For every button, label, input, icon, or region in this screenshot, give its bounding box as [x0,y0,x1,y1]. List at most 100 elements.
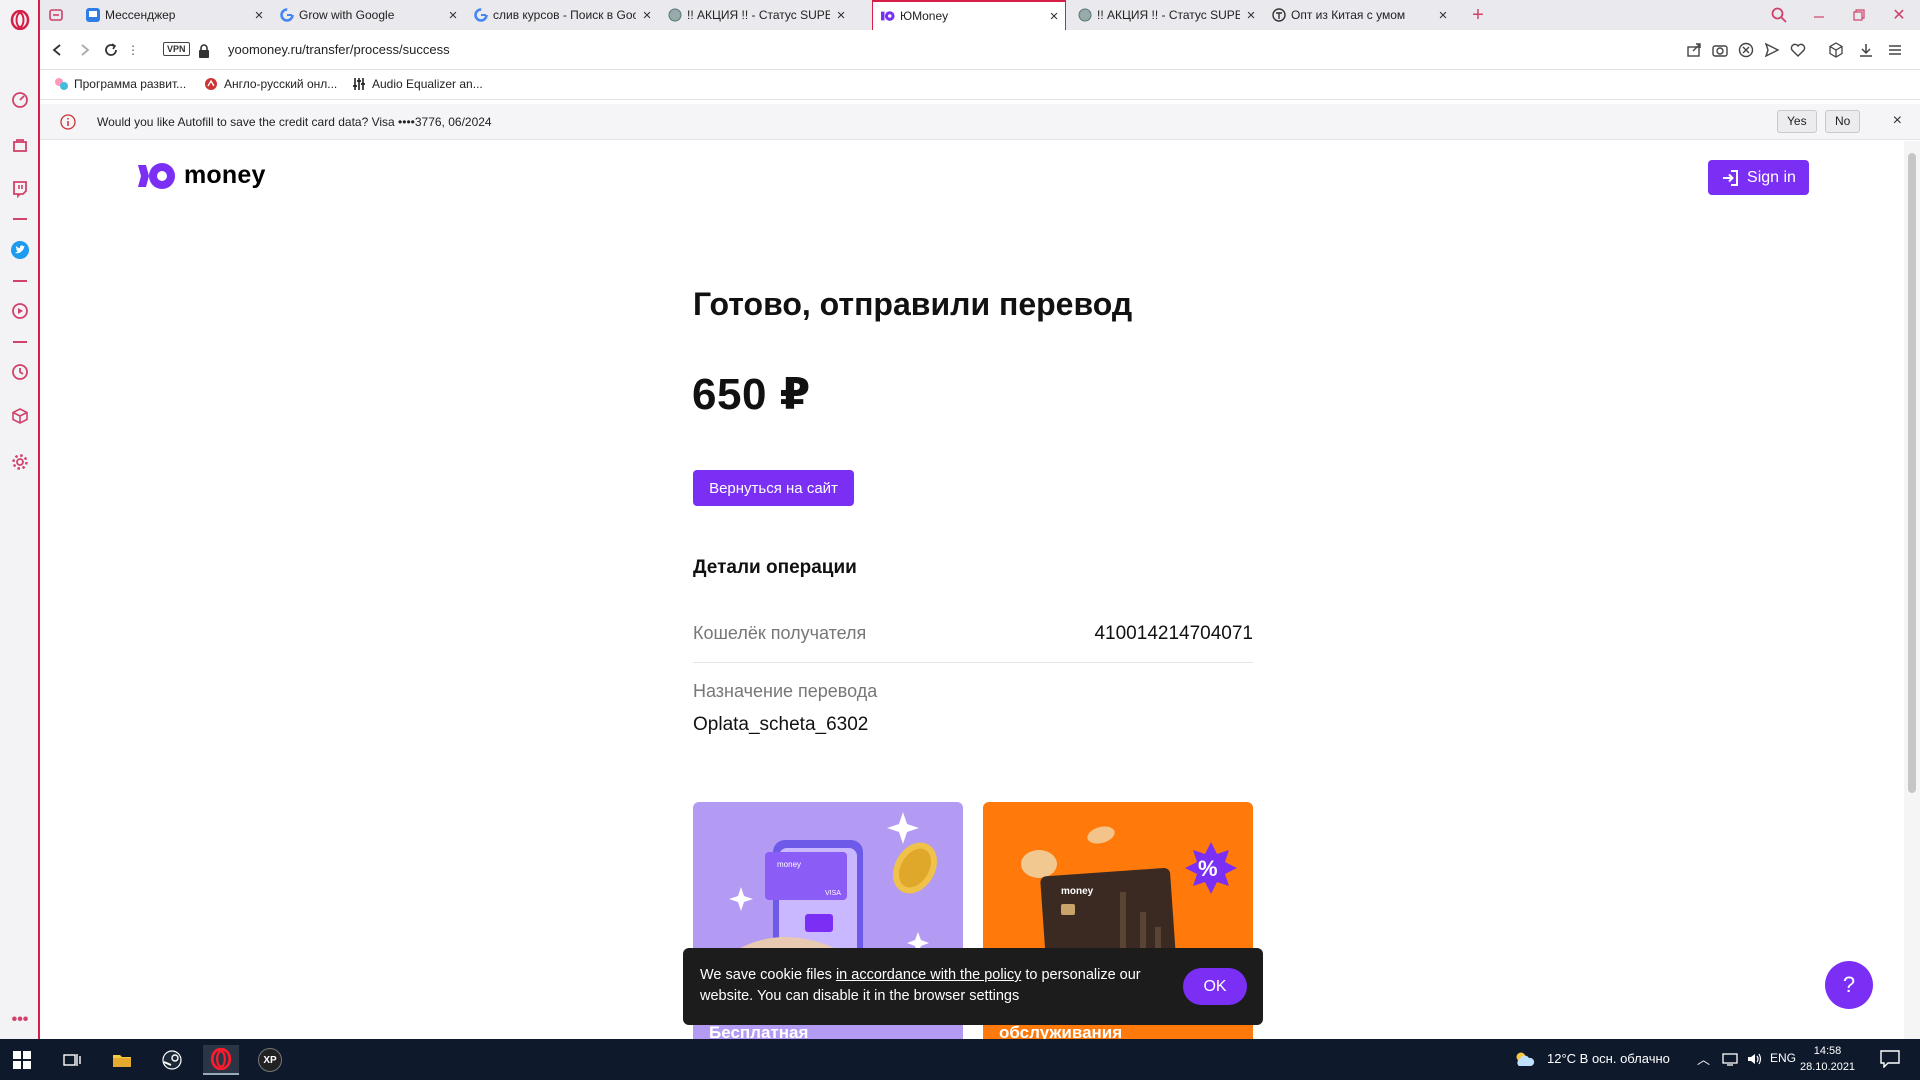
messenger-favicon-icon [86,8,100,22]
page-scrollbar[interactable] [1904,141,1920,1039]
tab-close-icon[interactable]: × [830,7,852,24]
opera-sidebar: ••• [0,0,40,1039]
speed-dial-icon[interactable] [8,88,32,112]
cookie-ok-button[interactable]: OK [1183,968,1247,1005]
tab-close-icon[interactable]: × [1432,7,1454,24]
tab-title: слив курсов - Поиск в Goo [493,8,636,22]
bag-icon[interactable] [8,133,32,157]
weather-text[interactable]: 12°C В осн. облачно [1547,1051,1670,1066]
opera-logo-icon[interactable] [8,8,32,32]
tab-search[interactable]: слив курсов - Поиск в Goo × [466,0,658,30]
tab-title: !! АКЦИЯ !! - Статус SUPER [1097,8,1240,22]
tab-title: !! АКЦИЯ !! - Статус SUPER [687,8,830,22]
svg-text:%: % [1198,856,1218,881]
vpn-badge[interactable]: VPN [163,42,190,56]
download-icon[interactable] [1856,40,1876,60]
logo-text: money [184,161,266,189]
extension-cube-icon[interactable] [1826,40,1846,60]
bookmark-item[interactable]: Программа развит... [54,77,186,91]
cookie-text: We save cookie files in accordance with … [700,965,1170,1007]
sign-in-button[interactable]: Sign in [1708,160,1809,195]
easy-setup-icon[interactable] [1885,40,1905,60]
extensions-icon[interactable] [8,404,32,428]
tab-messenger[interactable]: Мессенджер × [78,0,270,30]
file-explorer-icon[interactable] [104,1045,140,1075]
tab-yoomoney[interactable]: ЮMoney × [872,0,1066,30]
send-icon[interactable] [1762,40,1782,60]
new-tab-plus-icon[interactable]: + [1467,4,1489,26]
taskbar-clock[interactable]: 14:58 28.10.2021 [1800,1043,1855,1075]
xp-app-icon[interactable]: XP [252,1045,288,1075]
scrollbar-thumb[interactable] [1908,153,1916,793]
close-window-icon[interactable]: ✕ [1888,4,1910,26]
tab-bar: Мессенджер × Grow with Google × слив кур… [40,0,1920,30]
weather-cloud-icon[interactable] [1514,1051,1536,1067]
clock-date: 28.10.2021 [1800,1061,1856,1073]
yoomoney-logo[interactable]: money [138,161,266,190]
tab-title: ЮMoney [900,9,949,23]
tab-menu-icon[interactable] [48,8,64,22]
page-content: money Sign in Готово, отправили перевод … [40,141,1904,1039]
tab-search-icon[interactable] [1768,4,1790,26]
volume-icon[interactable] [1746,1052,1762,1066]
tab-grow-with-google[interactable]: Grow with Google × [272,0,464,30]
site-menu-dots-icon[interactable]: ⋮ [122,39,144,61]
bookmarks-bar: Программа развит... Англо-русский онл...… [40,70,1920,100]
sign-in-icon [1721,169,1739,187]
windows-taskbar: XP 12°C В осн. облачно ︿ ENG 14:58 28.10… [0,1039,1920,1080]
camera-icon[interactable] [1710,40,1730,60]
twitch-icon[interactable] [8,177,32,201]
sign-in-label: Sign in [1747,168,1796,186]
lock-icon[interactable] [193,40,215,62]
share-icon[interactable] [1684,40,1704,60]
player-icon[interactable] [8,299,32,323]
language-indicator[interactable]: ENG [1770,1051,1796,1065]
bookmark-item[interactable]: Англо-русский онл... [204,77,337,91]
twitter-icon[interactable] [8,238,32,262]
cookie-text-start: We save cookie files [700,967,836,983]
tab-opt-china[interactable]: Опт из Китая с умом × [1264,0,1454,30]
tab-title: Опт из Китая с умом [1291,8,1406,22]
url-field[interactable]: yoomoney.ru/transfer/process/success [228,42,450,57]
back-arrow-icon[interactable] [46,39,68,61]
globe-favicon-icon [668,8,682,22]
reload-icon[interactable] [100,39,122,61]
autofill-message: Would you like Autofill to save the cred… [97,115,492,129]
tab-close-icon[interactable]: × [636,7,658,24]
history-icon[interactable] [8,360,32,384]
autofill-close-icon[interactable]: × [1893,112,1902,130]
minimize-icon[interactable] [1808,4,1830,26]
return-to-site-button[interactable]: Вернуться на сайт [693,470,854,506]
forward-arrow-icon[interactable] [74,39,96,61]
promo-left-text: Бесплатная [709,1023,809,1039]
notifications-icon[interactable] [1880,1050,1900,1068]
restore-icon[interactable] [1848,4,1870,26]
recipient-label: Кошелёк получателя [693,623,867,643]
adblock-icon[interactable] [1736,40,1756,60]
address-bar: ⋮ VPN yoomoney.ru/transfer/process/succe… [40,30,1920,70]
autofill-no-button[interactable]: No [1825,110,1861,133]
cookie-policy-link[interactable]: in accordance with the policy [836,967,1021,983]
tab-close-icon[interactable]: × [1240,7,1262,24]
tab-akciya-2[interactable]: !! АКЦИЯ !! - Статус SUPER × [1070,0,1262,30]
task-view-icon[interactable] [54,1045,90,1075]
tab-akciya-1[interactable]: !! АКЦИЯ !! - Статус SUPER × [660,0,852,30]
tab-close-icon[interactable]: × [1043,8,1065,25]
opera-taskbar-icon[interactable] [203,1045,239,1075]
network-icon[interactable] [1722,1052,1738,1066]
windows-start-icon[interactable] [4,1045,40,1075]
more-dots-icon[interactable]: ••• [8,1008,32,1032]
yoomoney-logo-icon [138,162,178,190]
tab-close-icon[interactable]: × [442,7,464,24]
bookmark-item[interactable]: Audio Equalizer an... [352,77,483,91]
autofill-yes-button[interactable]: Yes [1777,110,1817,133]
purpose-label: Назначение перевода [693,681,878,701]
heart-icon[interactable] [1788,40,1808,60]
recipient-row: Кошелёк получателя 4100142147040​71 [693,623,1253,663]
settings-gear-icon[interactable] [8,450,32,474]
tab-close-icon[interactable]: × [248,7,270,24]
help-button[interactable]: ? [1825,961,1873,1009]
card-network-label: VISA [825,890,841,897]
tray-chevron-icon[interactable]: ︿ [1697,1049,1710,1068]
steam-icon[interactable] [154,1045,190,1075]
